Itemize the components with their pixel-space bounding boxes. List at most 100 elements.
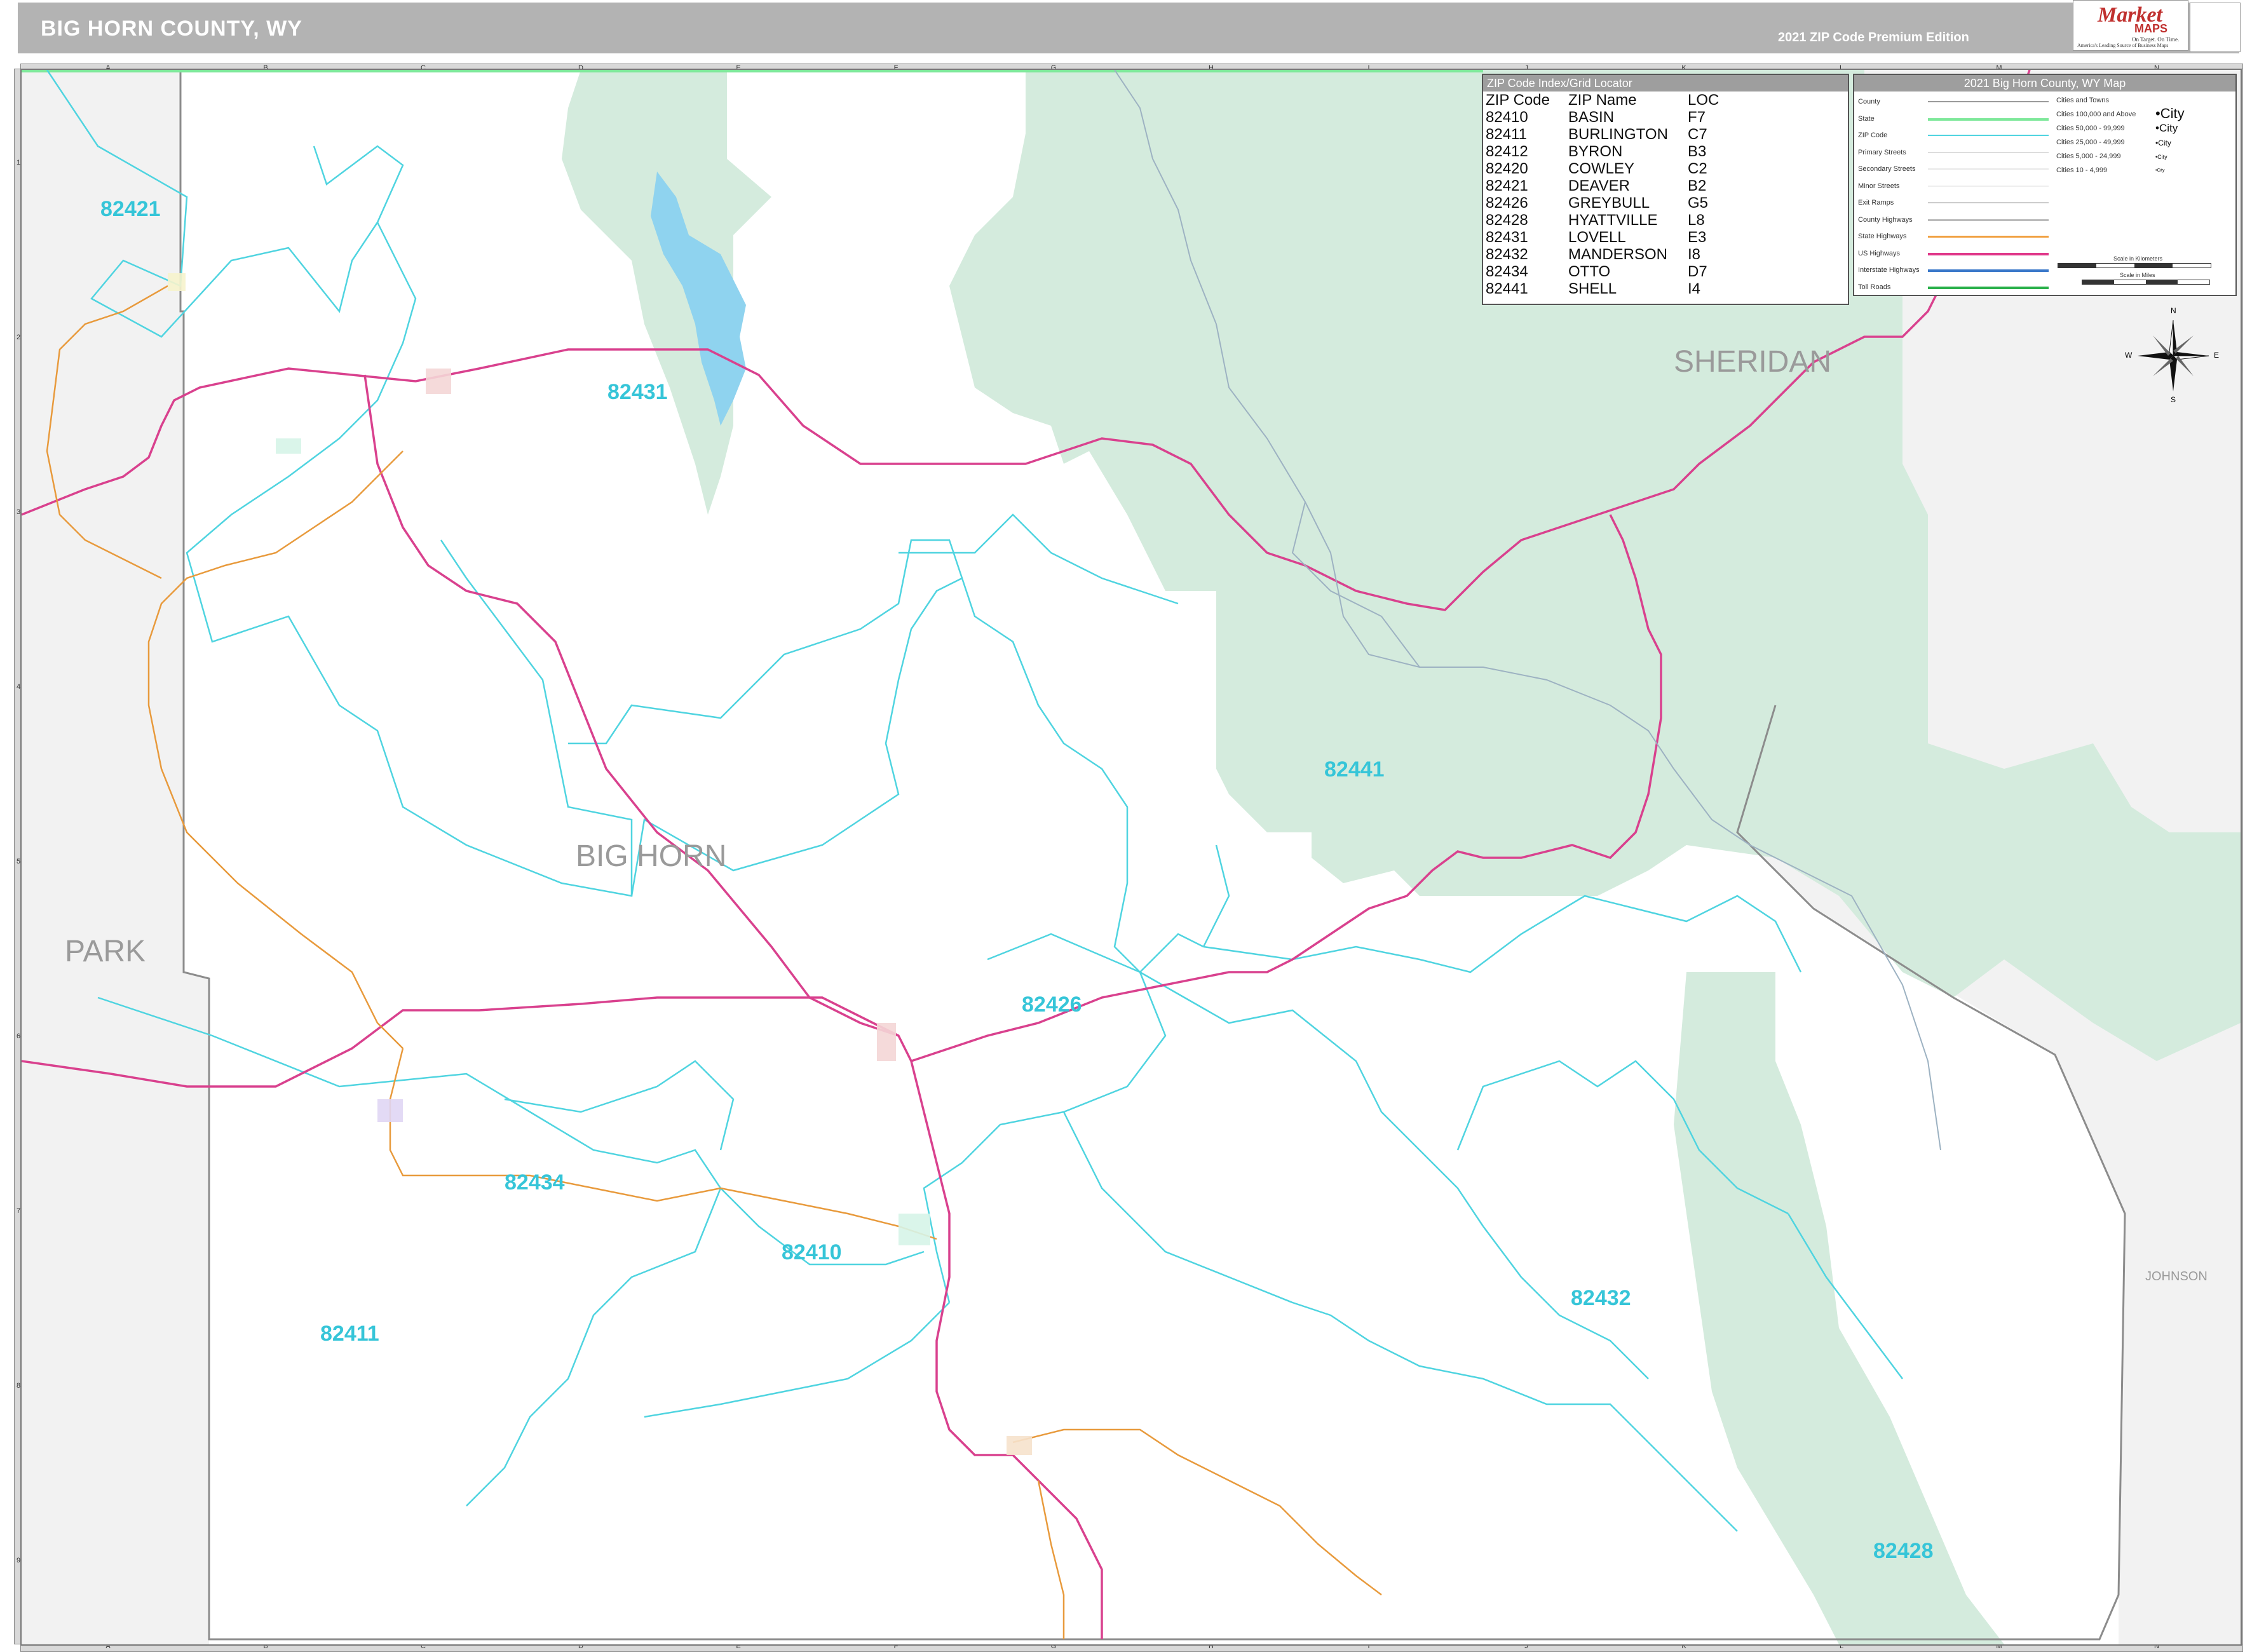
zip-name: SHELL (1568, 280, 1617, 297)
zip-name: GREYBULL (1568, 194, 1650, 212)
legend-city-label: Cities 10 - 4,999 (2056, 166, 2108, 174)
zip-label-82431[interactable]: 82431 (607, 380, 668, 405)
zip-index-row[interactable]: 82421 DEAVER B2 (1483, 177, 1848, 194)
legend-line-items: County State ZIP Code Primary Streets Se… (1858, 95, 2055, 297)
legend-item-zip: ZIP Code (1858, 129, 2055, 146)
forest-area-bighorn-lake (562, 70, 771, 515)
zip-code: 82431 (1486, 229, 1528, 246)
zip-label-82411[interactable]: 82411 (320, 1322, 379, 1346)
legend-item-label: County (1858, 98, 1880, 105)
zip-index-row[interactable]: 82412 BYRON B3 (1483, 143, 1848, 160)
legend-item-label: US Highways (1858, 249, 1901, 257)
zip-name: LOVELL (1568, 229, 1626, 246)
legend-item-county: County (1858, 95, 2055, 112)
zip-code: 82420 (1486, 160, 1528, 177)
zip-label-82434[interactable]: 82434 (505, 1170, 565, 1195)
zip-index-row[interactable]: 82411 BURLINGTON C7 (1483, 126, 1848, 143)
compass-n: N (2171, 306, 2176, 315)
zip-name: MANDERSON (1568, 246, 1668, 263)
burlington-town (377, 1099, 403, 1122)
zip-label-82441[interactable]: 82441 (1324, 757, 1385, 782)
legend-item-label: Interstate Highways (1858, 266, 1920, 274)
compass-w: W (2125, 351, 2133, 360)
legend-city-label: Cities 25,000 - 49,999 (2056, 139, 2125, 146)
legend-swatch (1928, 151, 2049, 153)
manderson-town (1007, 1436, 1032, 1455)
zip-loc: L8 (1688, 212, 1705, 229)
legend-city-size: Cities 10 - 4,999 •City (2056, 164, 2232, 178)
legend-swatch (1928, 135, 2049, 136)
compass-rose-icon: N S W E (2125, 306, 2219, 404)
zip-index-row[interactable]: 82431 LOVELL E3 (1483, 229, 1848, 246)
contact-box (2190, 3, 2241, 52)
zip-loc: B3 (1688, 143, 1707, 160)
legend-panel: 2021 Big Horn County, WY Map County Stat… (1853, 74, 2237, 296)
market-maps-logo[interactable]: Market MAPS On Target. On Time. America'… (2073, 0, 2188, 51)
legend-swatch (1928, 185, 2049, 187)
legend-item-interstate-highways: Interstate Highways (1858, 264, 2055, 281)
zip-index-col-loc: LOC (1688, 91, 1719, 109)
scale-bars: Scale in Kilometers Scale in Miles (2056, 202, 2232, 285)
legend-city-symbol: •City (2155, 168, 2165, 173)
legend-city-items: Cities and Towns Cities 100,000 and Abov… (2056, 94, 2232, 178)
zip-label-82432[interactable]: 82432 (1571, 1286, 1631, 1311)
legend-city-symbol: •City (2155, 122, 2178, 134)
legend-item-county-highways: County Highways (1858, 213, 2055, 231)
legend-item-secondary-streets: Secondary Streets (1858, 163, 2055, 180)
zip-index-panel: ZIP Code Index/Grid Locator ZIP Code ZIP… (1482, 74, 1849, 305)
zip-index-row[interactable]: 82420 COWLEY C2 (1483, 160, 1848, 177)
legend-item-minor-streets: Minor Streets (1858, 180, 2055, 197)
zip-index-row[interactable]: 82434 OTTO D7 (1483, 263, 1848, 280)
deaver-town (168, 273, 186, 291)
legend-item-state: State (1858, 112, 2055, 130)
zip-label-82421[interactable]: 82421 (100, 197, 161, 222)
legend-item-label: Minor Streets (1858, 182, 1900, 190)
zip-name: BASIN (1568, 109, 1615, 126)
legend-item-label: Exit Ramps (1858, 199, 1894, 207)
forest-area-south (1674, 972, 2004, 1644)
zip-code: 82428 (1486, 212, 1528, 229)
zip-index-row[interactable]: 82432 MANDERSON I8 (1483, 246, 1848, 263)
legend-swatch (1928, 236, 2049, 238)
legend-cities-header-label: Cities and Towns (2056, 97, 2109, 104)
zip-index-row[interactable]: 82428 HYATTVILLE L8 (1483, 212, 1848, 229)
zip-loc: D7 (1688, 263, 1707, 280)
zip-name: DEAVER (1568, 177, 1630, 194)
legend-cities-header: Cities and Towns (2056, 94, 2232, 108)
greybull-town (877, 1023, 896, 1061)
zip-index-col-zip: ZIP Code (1486, 91, 1550, 109)
legend-item-us-highways: US Highways (1858, 247, 2055, 264)
zip-code: 82441 (1486, 280, 1528, 297)
county-label-park: PARK (65, 935, 146, 968)
legend-city-size: Cities 100,000 and Above •City (2056, 105, 2232, 122)
zip-index-col-name: ZIP Name (1568, 91, 1637, 109)
legend-city-symbol: •City (2155, 105, 2185, 121)
compass-s: S (2171, 395, 2176, 404)
zip-index-column-headers: ZIP Code ZIP Name LOC (1483, 91, 1848, 109)
legend-item-state-highways: State Highways (1858, 230, 2055, 247)
logo-subtitle: America's Leading Source of Business Map… (2077, 43, 2169, 48)
legend-city-symbol: •City (2155, 154, 2167, 160)
legend-header: 2021 Big Horn County, WY Map (1854, 75, 2235, 91)
zip-label-82428[interactable]: 82428 (1873, 1539, 1934, 1564)
zip-label-82410[interactable]: 82410 (782, 1240, 842, 1265)
zip-name: BURLINGTON (1568, 126, 1668, 143)
zip-index-row[interactable]: 82426 GREYBULL G5 (1483, 194, 1848, 212)
zip-index-row[interactable]: 82441 SHELL I4 (1483, 280, 1848, 297)
map-canvas[interactable]: BIG HORN PARK SHERIDAN JOHNSON 82421 824… (20, 69, 2242, 1646)
legend-city-label: Cities 50,000 - 99,999 (2056, 125, 2125, 132)
zip-label-82426[interactable]: 82426 (1022, 992, 1082, 1017)
legend-item-label: State Highways (1858, 233, 1907, 240)
legend-city-symbol: •City (2155, 139, 2171, 147)
logo-maps-text: MAPS (2134, 22, 2168, 35)
legend-item-label: State (1858, 114, 1875, 123)
zip-code: 82421 (1486, 177, 1528, 194)
zip-loc: C7 (1688, 126, 1707, 143)
legend-city-size: Cities 25,000 - 49,999 •City (2056, 136, 2232, 150)
scale-km-bar (2058, 263, 2211, 268)
legend-item-label: Secondary Streets (1858, 165, 1916, 173)
legend-swatch (1928, 168, 2049, 170)
byron-town (276, 438, 301, 454)
zip-index-row[interactable]: 82410 BASIN F7 (1483, 109, 1848, 126)
legend-item-toll-roads: Toll Roads (1858, 281, 2055, 298)
